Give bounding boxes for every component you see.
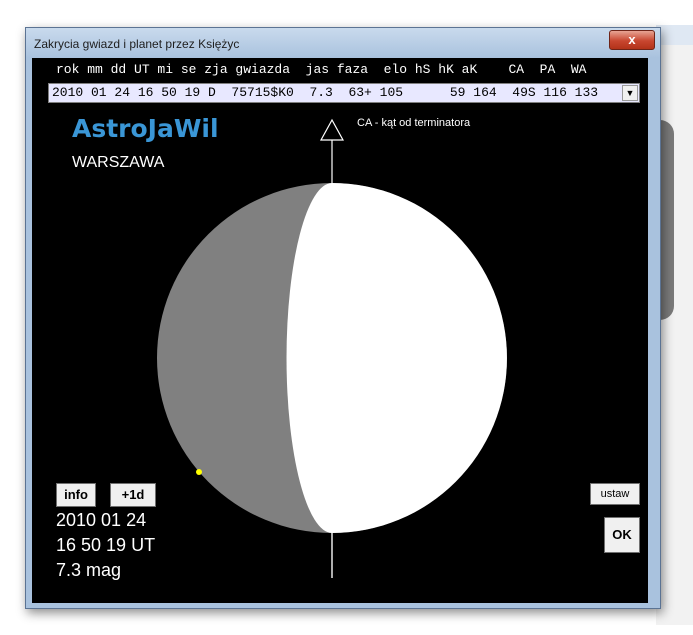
moon-disk-lit — [286, 183, 507, 533]
ca-legend-label: CA - kąt od terminatora — [357, 117, 471, 129]
window-title: Zakrycia gwiazd i planet przez Księżyc — [34, 37, 240, 51]
title-bar[interactable]: Zakrycia gwiazd i planet przez Księżyc x — [26, 28, 660, 58]
star-marker — [196, 469, 202, 475]
arrow-up-icon — [319, 118, 345, 141]
background-moon-fragment — [660, 120, 674, 320]
info-button[interactable]: info — [56, 483, 96, 507]
background-window-titlebar — [656, 25, 693, 45]
event-date: 2010 01 24 — [56, 510, 147, 530]
close-icon: x — [628, 32, 636, 47]
settings-button[interactable]: ustaw — [590, 483, 640, 505]
client-area: rok mm dd UT mi se zja gwiazda jas faza … — [32, 58, 648, 603]
plus-one-day-button[interactable]: +1d — [110, 483, 156, 507]
event-magnitude: 7.3 mag — [56, 560, 122, 580]
desktop-background — [656, 25, 693, 625]
occultation-window: Zakrycia gwiazd i planet przez Księżyc x… — [25, 27, 661, 609]
event-time: 16 50 19 UT — [56, 535, 156, 555]
close-button[interactable]: x — [609, 30, 655, 50]
ok-button[interactable]: OK — [604, 517, 640, 553]
